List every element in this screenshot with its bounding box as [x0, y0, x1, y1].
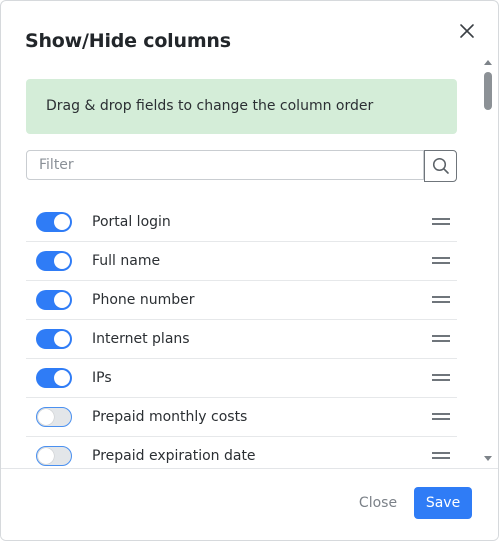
column-toggle[interactable] — [36, 329, 72, 349]
show-hide-columns-dialog: Show/Hide columns Drag & drop fields to … — [0, 0, 499, 541]
column-toggle[interactable] — [36, 251, 72, 271]
column-label: IPs — [92, 370, 112, 386]
scroll-down-arrow-icon[interactable] — [484, 456, 492, 461]
dialog-title: Show/Hide columns — [25, 30, 231, 52]
toggle-knob — [54, 331, 70, 347]
column-toggle[interactable] — [36, 212, 72, 232]
drag-handle-icon[interactable] — [432, 413, 450, 420]
close-button[interactable]: Close — [347, 487, 409, 519]
drag-handle-icon[interactable] — [432, 296, 450, 303]
column-label: Internet plans — [92, 331, 190, 347]
info-alert: Drag & drop fields to change the column … — [26, 79, 457, 134]
drag-handle-icon[interactable] — [432, 335, 450, 342]
save-button[interactable]: Save — [414, 487, 472, 519]
column-label: Prepaid expiration date — [92, 448, 256, 464]
scroll-thumb[interactable] — [484, 72, 492, 110]
column-toggle[interactable] — [36, 407, 72, 427]
toggle-knob — [54, 370, 70, 386]
info-text: Drag & drop fields to change the column … — [46, 98, 374, 114]
list-item[interactable]: Portal login — [26, 203, 457, 242]
drag-handle-icon[interactable] — [432, 218, 450, 225]
scroll-up-arrow-icon[interactable] — [484, 60, 492, 65]
toggle-knob — [54, 253, 70, 269]
filter-input[interactable] — [26, 150, 424, 180]
column-label: Phone number — [92, 292, 195, 308]
close-icon[interactable] — [459, 23, 475, 39]
list-item[interactable]: Full name — [26, 242, 457, 281]
column-label: Portal login — [92, 214, 171, 230]
search-icon — [432, 157, 449, 174]
column-label: Full name — [92, 253, 161, 269]
column-label: Prepaid monthly costs — [92, 409, 248, 425]
column-toggle[interactable] — [36, 368, 72, 388]
list-item[interactable]: Phone number — [26, 281, 457, 320]
list-item[interactable]: Internet plans — [26, 320, 457, 359]
list-item[interactable]: IPs — [26, 359, 457, 398]
drag-handle-icon[interactable] — [432, 452, 450, 459]
list-item[interactable]: Prepaid expiration date — [26, 437, 457, 468]
drag-handle-icon[interactable] — [432, 257, 450, 264]
toggle-knob — [38, 448, 54, 464]
toggle-knob — [38, 409, 54, 425]
dialog-body: Drag & drop fields to change the column … — [1, 63, 498, 468]
columns-list: Portal login Full name Phone number Inte… — [26, 203, 457, 468]
dialog-footer: Close Save — [1, 468, 498, 540]
column-toggle[interactable] — [36, 290, 72, 310]
toggle-knob — [54, 292, 70, 308]
toggle-knob — [54, 214, 70, 230]
column-toggle[interactable] — [36, 446, 72, 466]
search-button[interactable] — [424, 150, 457, 182]
drag-handle-icon[interactable] — [432, 374, 450, 381]
list-item[interactable]: Prepaid monthly costs — [26, 398, 457, 437]
scrollbar[interactable] — [481, 57, 495, 467]
